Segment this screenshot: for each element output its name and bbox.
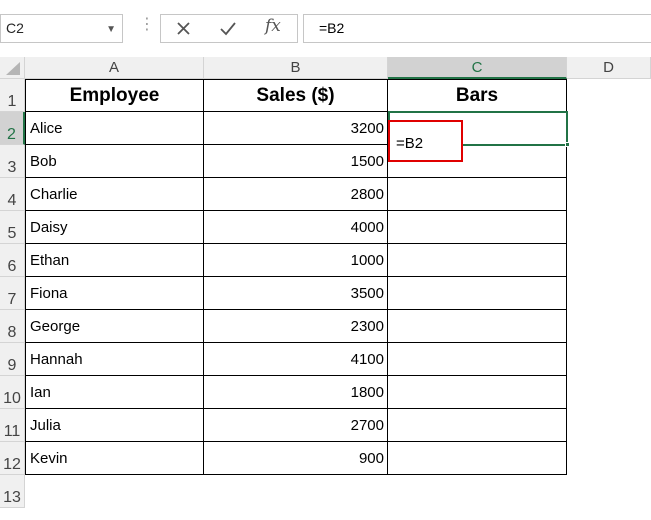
employee-cell[interactable]: Charlie bbox=[25, 178, 204, 211]
row-header-11[interactable]: 11 bbox=[0, 409, 25, 442]
header-cell[interactable]: Sales ($) bbox=[204, 79, 388, 112]
row-header-10[interactable]: 10 bbox=[0, 376, 25, 409]
header-cell[interactable]: Bars bbox=[388, 79, 567, 112]
employee-value: George bbox=[30, 318, 81, 335]
sales-cell[interactable]: 4000 bbox=[204, 211, 388, 244]
bars-cell[interactable] bbox=[388, 211, 567, 244]
employee-value: Alice bbox=[30, 120, 63, 137]
employee-cell[interactable]: Bob bbox=[25, 145, 204, 178]
employee-cell[interactable]: Daisy bbox=[25, 211, 204, 244]
bars-cell[interactable] bbox=[388, 409, 567, 442]
employee-value: Bob bbox=[30, 153, 57, 170]
fill-handle[interactable] bbox=[565, 142, 570, 147]
sales-cell[interactable]: 2800 bbox=[204, 178, 388, 211]
sales-cell[interactable]: 3500 bbox=[204, 277, 388, 310]
row-header-12[interactable]: 12 bbox=[0, 442, 25, 475]
sales-cell[interactable]: 900 bbox=[204, 442, 388, 475]
sales-cell[interactable]: 4100 bbox=[204, 343, 388, 376]
bars-cell[interactable] bbox=[388, 310, 567, 343]
sales-cell[interactable]: 1500 bbox=[204, 145, 388, 178]
row-header-3[interactable]: 3 bbox=[0, 145, 25, 178]
employee-cell[interactable]: Fiona bbox=[25, 277, 204, 310]
name-box[interactable]: C2 ▼ bbox=[0, 14, 123, 43]
row-header-13[interactable]: 13 bbox=[0, 475, 25, 508]
row-header-8[interactable]: 8 bbox=[0, 310, 25, 343]
sales-value: 1500 bbox=[350, 153, 384, 170]
row-header-5[interactable]: 5 bbox=[0, 211, 25, 244]
cell-edit-text: =B2 bbox=[396, 135, 424, 152]
column-header-c[interactable]: C bbox=[388, 57, 567, 79]
employee-value: Ian bbox=[30, 384, 51, 401]
cancel-icon[interactable] bbox=[169, 18, 199, 40]
column-header-b[interactable]: B bbox=[204, 57, 388, 79]
employee-value: Charlie bbox=[30, 186, 78, 203]
header-label: Employee bbox=[69, 85, 160, 106]
bars-cell[interactable] bbox=[388, 376, 567, 409]
sales-cell[interactable]: 2700 bbox=[204, 409, 388, 442]
employee-cell[interactable]: Kevin bbox=[25, 442, 204, 475]
name-box-value: C2 bbox=[6, 20, 24, 36]
sales-cell[interactable]: 2300 bbox=[204, 310, 388, 343]
sales-value: 1000 bbox=[350, 252, 384, 269]
formula-input[interactable]: =B2 bbox=[303, 14, 651, 43]
employee-value: Ethan bbox=[30, 252, 70, 269]
sales-cell[interactable]: 1800 bbox=[204, 376, 388, 409]
employee-cell[interactable]: Hannah bbox=[25, 343, 204, 376]
row-header-6[interactable]: 6 bbox=[0, 244, 25, 277]
bars-cell[interactable] bbox=[388, 343, 567, 376]
formula-buttons: fx bbox=[160, 14, 298, 43]
employee-value: Hannah bbox=[30, 351, 83, 368]
sales-value: 4000 bbox=[350, 219, 384, 236]
row-header-1[interactable]: 1 bbox=[0, 79, 25, 112]
sales-value: 3500 bbox=[350, 285, 384, 302]
bars-cell[interactable] bbox=[388, 277, 567, 310]
sales-value: 2800 bbox=[350, 186, 384, 203]
column-header-d[interactable]: D bbox=[567, 57, 651, 79]
insert-function-icon[interactable]: fx bbox=[265, 16, 281, 36]
header-cell[interactable]: Employee bbox=[25, 79, 204, 112]
employee-cell[interactable]: George bbox=[25, 310, 204, 343]
row-header-7[interactable]: 7 bbox=[0, 277, 25, 310]
row-header-4[interactable]: 4 bbox=[0, 178, 25, 211]
sales-cell[interactable]: 1000 bbox=[204, 244, 388, 277]
row-header-9[interactable]: 9 bbox=[0, 343, 25, 376]
select-all-triangle-icon bbox=[6, 62, 20, 75]
sales-value: 900 bbox=[358, 450, 384, 467]
employee-value: Fiona bbox=[30, 285, 68, 302]
bars-cell[interactable] bbox=[388, 442, 567, 475]
row-header-2[interactable]: 2 bbox=[0, 112, 25, 145]
sales-cell[interactable]: 3200 bbox=[204, 112, 388, 145]
enter-check-icon[interactable] bbox=[213, 18, 243, 40]
chevron-down-icon[interactable]: ▼ bbox=[106, 24, 116, 35]
employee-value: Julia bbox=[30, 417, 61, 434]
header-label: Sales ($) bbox=[256, 85, 335, 106]
employee-cell[interactable]: Ian bbox=[25, 376, 204, 409]
formula-text: =B2 bbox=[319, 20, 345, 36]
employee-cell[interactable]: Alice bbox=[25, 112, 204, 145]
bars-cell[interactable] bbox=[388, 178, 567, 211]
bars-cell[interactable] bbox=[388, 244, 567, 277]
sales-value: 2300 bbox=[350, 318, 384, 335]
select-all-corner[interactable] bbox=[0, 57, 25, 79]
employee-cell[interactable]: Julia bbox=[25, 409, 204, 442]
formula-highlight-box: =B2 bbox=[388, 120, 463, 162]
sales-value: 4100 bbox=[350, 351, 384, 368]
drag-handle-icon[interactable]: ⋮ bbox=[139, 17, 155, 33]
employee-cell[interactable]: Ethan bbox=[25, 244, 204, 277]
formula-bar: C2 ▼ ⋮ fx =B2 bbox=[0, 0, 651, 57]
header-label: Bars bbox=[455, 85, 499, 106]
column-header-a[interactable]: A bbox=[25, 57, 204, 79]
sales-value: 2700 bbox=[350, 417, 384, 434]
sales-value: 3200 bbox=[350, 120, 384, 137]
employee-value: Kevin bbox=[30, 450, 68, 467]
employee-value: Daisy bbox=[30, 219, 68, 236]
sales-value: 1800 bbox=[350, 384, 384, 401]
